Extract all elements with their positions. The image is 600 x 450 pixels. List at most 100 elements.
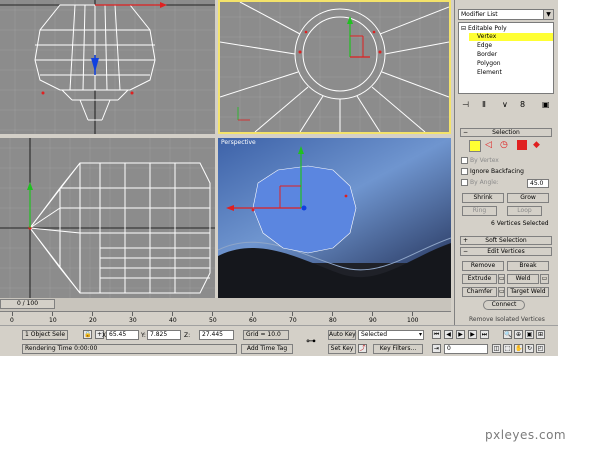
grow-button[interactable]: Grow — [507, 193, 549, 203]
viewport-front-canvas — [220, 2, 449, 132]
stack-item-label: Editable Poly — [467, 25, 507, 32]
extrude-settings-icon[interactable]: ▭ — [498, 274, 505, 284]
stack-item-element[interactable]: Element — [477, 69, 502, 77]
checkbox-label: By Vertex — [470, 157, 499, 164]
z-label: Z: — [184, 332, 191, 339]
z-coordinate-input[interactable]: 27.445 — [199, 330, 234, 340]
pin-stack-icon[interactable]: ⊣ — [462, 100, 469, 109]
make-unique-icon[interactable]: ∨ — [502, 100, 508, 109]
configure-sets-icon[interactable]: ▣ — [542, 100, 550, 109]
add-time-tag-button[interactable]: Add Time Tag — [241, 344, 293, 354]
go-to-end-icon[interactable]: ⏭ — [480, 330, 489, 339]
maximize-viewport-icon[interactable]: ◰ — [536, 344, 545, 353]
selection-lock-icon[interactable]: 🔒 — [83, 330, 92, 339]
track-bar[interactable]: 0 10 20 30 40 50 60 70 80 90 100 — [0, 311, 451, 326]
command-panel: Modifier List ▼ ⊟ Editable Poly Vertex E… — [454, 0, 558, 325]
zoom-extents-all-icon[interactable]: ⊞ — [536, 330, 545, 339]
checkbox-label: By Angle: — [470, 179, 499, 186]
grid-lines — [0, 138, 215, 298]
stack-item-border[interactable]: Border — [477, 51, 497, 59]
stack-item-edge[interactable]: Edge — [477, 42, 492, 50]
rollout-title: Selection — [492, 129, 520, 136]
x-coordinate-input[interactable]: 65.45 — [106, 330, 139, 340]
target-weld-button[interactable]: Target Weld — [507, 287, 549, 297]
border-mode-icon[interactable]: ◷ — [500, 140, 510, 150]
modifier-list-label: Modifier List — [461, 11, 498, 18]
viewport-left[interactable] — [0, 138, 215, 298]
set-key-button[interactable]: Set Key — [328, 344, 356, 354]
ruler-tick-label: 0 — [10, 317, 14, 324]
frame-indicator[interactable]: 0 / 100 — [0, 299, 55, 309]
arc-rotate-icon[interactable]: ↻ — [525, 344, 534, 353]
stack-item-polygon[interactable]: Polygon — [477, 60, 501, 68]
time-configuration-icon[interactable]: ◫ — [492, 344, 501, 353]
shrink-button[interactable]: Shrink — [462, 193, 504, 203]
remove-isolated-vertices-button[interactable]: Remove Isolated Vertices — [469, 316, 545, 323]
edit-vertices-rollout-header[interactable]: − Edit Vertices — [460, 247, 552, 256]
grid-lines — [0, 0, 215, 134]
previous-frame-icon[interactable]: ◀ — [444, 330, 453, 339]
extrude-button[interactable]: Extrude — [462, 274, 497, 284]
chevron-down-icon[interactable]: ▼ — [543, 10, 553, 19]
chamfer-button[interactable]: Chamfer — [462, 287, 497, 297]
zoom-extents-icon[interactable]: ▣ — [525, 330, 534, 339]
go-to-start-icon[interactable]: ⏮ — [432, 330, 441, 339]
zoom-all-icon[interactable]: ⊕ — [514, 330, 523, 339]
viewport-perspective-canvas — [218, 138, 451, 298]
by-angle-checkbox[interactable]: By Angle: — [461, 179, 499, 186]
time-slider[interactable]: 0 / 100 — [0, 298, 451, 311]
selection-rollout-header[interactable]: − Selection — [460, 128, 552, 137]
modifier-stack[interactable]: ⊟ Editable Poly Vertex Edge Border Polyg… — [458, 22, 554, 94]
break-button[interactable]: Break — [507, 261, 549, 271]
key-mode-toggle-icon[interactable]: ⇥ — [432, 344, 441, 353]
ruler-tick-label: 10 — [49, 317, 57, 324]
remove-modifier-icon[interactable]: 8 — [520, 100, 525, 109]
remove-button[interactable]: Remove — [462, 261, 504, 271]
ruler-tick-label: 20 — [89, 317, 97, 324]
loop-button[interactable]: Loop — [507, 206, 542, 216]
set-key-icon[interactable]: ⤴ — [358, 344, 367, 353]
collapse-icon: − — [463, 129, 469, 136]
next-frame-icon[interactable]: ▶ — [468, 330, 477, 339]
y-coordinate-input[interactable]: 7.825 — [147, 330, 181, 340]
chevron-down-icon[interactable]: ▾ — [419, 331, 422, 339]
viewport-front[interactable] — [218, 0, 451, 134]
polygon-mode-icon[interactable] — [517, 140, 527, 150]
zoom-icon[interactable]: 🔍 — [503, 330, 512, 339]
current-frame-input[interactable]: 0 — [444, 344, 488, 354]
auto-key-button[interactable]: Auto Key — [328, 330, 356, 340]
weld-button[interactable]: Weld — [507, 274, 539, 284]
key-mode-select[interactable]: Selected ▾ — [358, 330, 424, 340]
by-vertex-checkbox[interactable]: By Vertex — [461, 157, 499, 164]
connect-button[interactable]: Connect — [483, 300, 525, 310]
element-mode-icon[interactable]: ◆ — [533, 140, 543, 150]
weld-settings-icon[interactable]: ▭ — [540, 274, 549, 284]
angle-spinner[interactable]: 45.0 — [527, 179, 549, 188]
viewport-top[interactable] — [0, 0, 215, 134]
ruler-tick-label: 40 — [169, 317, 177, 324]
ignore-backfacing-checkbox[interactable]: Ignore Backfacing — [461, 168, 524, 175]
modifier-list-dropdown[interactable]: Modifier List ▼ — [458, 9, 554, 20]
key-filters-button[interactable]: Key Filters... — [373, 344, 423, 354]
stack-item-vertex[interactable]: Vertex — [469, 33, 553, 41]
region-zoom-icon[interactable]: ⬚ — [503, 344, 512, 353]
collapse-icon: − — [463, 248, 469, 255]
collapse-icon[interactable]: ⊟ — [461, 25, 466, 32]
pan-icon[interactable]: ✋ — [514, 344, 523, 353]
viewport-perspective[interactable]: Perspective — [218, 138, 451, 298]
play-icon[interactable]: ▶ — [456, 330, 465, 339]
ring-button[interactable]: Ring — [462, 206, 497, 216]
soft-selection-rollout-header[interactable]: + Soft Selection — [460, 236, 552, 245]
chamfer-settings-icon[interactable]: ▭ — [498, 287, 505, 297]
vertex-mode-icon[interactable] — [469, 140, 481, 152]
stack-item-editable-poly[interactable]: ⊟ Editable Poly — [461, 25, 507, 33]
key-icon[interactable]: ⊶ — [306, 336, 316, 347]
viewport-top-canvas — [0, 0, 215, 134]
watermark: pxleyes.com — [485, 428, 567, 442]
selection-count: 1 Object Sele — [22, 330, 68, 340]
viewport-label-perspective[interactable]: Perspective — [221, 139, 256, 146]
key-mode-value: Selected — [361, 331, 388, 338]
show-end-result-icon[interactable]: Ⅱ — [482, 100, 486, 109]
edge-mode-icon[interactable]: ◁ — [485, 140, 495, 150]
ruler-tick-label: 30 — [129, 317, 137, 324]
